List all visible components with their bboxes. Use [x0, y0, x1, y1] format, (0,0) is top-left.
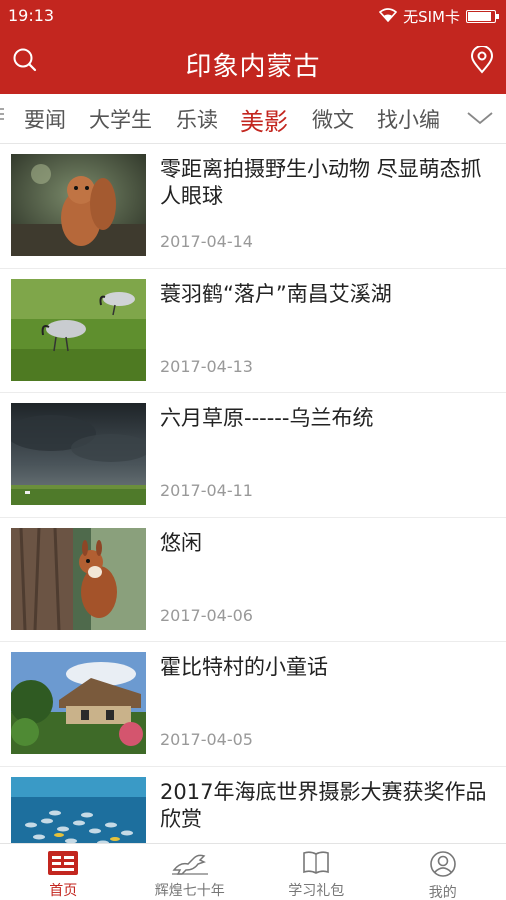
- status-indicators: 无SIM卡: [378, 6, 499, 27]
- location-button[interactable]: [466, 45, 498, 78]
- nav-glory-70-years-label: 辉煌七十年: [154, 883, 225, 899]
- news-thumbnail-squirrel: [11, 154, 146, 256]
- tab-overflow-left[interactable]: [0, 104, 4, 128]
- nav-home-label: 首页: [49, 883, 78, 899]
- tab-ledu[interactable]: 乐读: [176, 104, 218, 134]
- status-time: 19:13: [8, 6, 55, 25]
- battery-level: [468, 12, 492, 21]
- tabs-more-button[interactable]: [466, 106, 494, 130]
- location-pin-icon: [470, 45, 494, 78]
- news-date: 2017-04-13: [160, 356, 253, 376]
- news-thumbnail-grassland: [11, 403, 146, 505]
- tab-yaowen[interactable]: 要闻: [24, 104, 66, 134]
- news-date: 2017-04-05: [160, 730, 253, 749]
- status-bar: 19:13 无SIM卡: [0, 0, 506, 32]
- news-thumbnail-cranes: [11, 278, 146, 381]
- tab-zhaoxiaobian[interactable]: 找小编: [377, 104, 440, 134]
- user-icon: [429, 850, 457, 878]
- news-title: 2017年海底世界摄影大赛获奖作品欣赏: [160, 779, 487, 831]
- news-thumbnail-hobbit-village: [11, 652, 146, 754]
- book-icon: [302, 850, 330, 876]
- news-thumbnail-underwater-fish: [11, 776, 146, 844]
- home-newspaper-icon: [47, 850, 79, 876]
- news-item[interactable]: 六月草原------乌兰布统 2017-04-11: [0, 393, 506, 518]
- nav-study-pack[interactable]: 学习礼包: [253, 844, 380, 900]
- news-date: 2017-04-11: [160, 481, 253, 500]
- category-tabs: 要闻 大学生 乐读 美影 微文 找小编: [0, 94, 506, 144]
- carrier-label: 无SIM卡: [403, 8, 460, 26]
- news-title: 霍比特村的小童话: [160, 655, 328, 679]
- wifi-icon: [378, 7, 398, 26]
- news-date: 2017-04-06: [160, 605, 253, 625]
- news-item[interactable]: 悠闲 2017-04-06: [0, 518, 506, 642]
- bottom-nav: 首页 辉煌七十年 学习礼包 我的: [0, 843, 506, 900]
- battery-icon: [466, 10, 499, 23]
- nav-study-pack-label: 学习礼包: [288, 883, 345, 899]
- news-item[interactable]: 蓑羽鹤“落户”南昌艾溪湖 2017-04-13: [0, 269, 506, 393]
- nav-home[interactable]: 首页: [0, 844, 127, 900]
- horse-icon: [170, 850, 210, 876]
- nav-glory-70-years[interactable]: 辉煌七十年: [127, 844, 254, 900]
- news-item[interactable]: 霍比特村的小童话 2017-04-05: [0, 642, 506, 767]
- tab-daxuesheng[interactable]: 大学生: [89, 104, 152, 134]
- news-item[interactable]: 2017年海底世界摄影大赛获奖作品欣赏: [0, 767, 506, 844]
- news-item[interactable]: 零距离拍摄野生小动物 尽显萌态抓人眼球 2017-04-14: [0, 144, 506, 269]
- chevron-down-icon: [466, 112, 494, 134]
- news-thumbnail-squirrel-tree: [11, 527, 146, 630]
- news-list: 零距离拍摄野生小动物 尽显萌态抓人眼球 2017-04-14 蓑羽鹤“落户”南昌…: [0, 144, 506, 844]
- news-title: 六月草原------乌兰布统: [160, 406, 374, 430]
- news-title: 悠闲: [160, 530, 202, 555]
- app-title: 印象内蒙古: [185, 52, 321, 82]
- news-date: 2017-04-14: [160, 232, 253, 251]
- nav-profile[interactable]: 我的: [380, 844, 506, 900]
- tab-weiwen[interactable]: 微文: [312, 104, 354, 134]
- app-bar: 印象内蒙古: [0, 32, 506, 94]
- tab-meiying[interactable]: 美影: [240, 102, 288, 137]
- news-title: 蓑羽鹤“落户”南昌艾溪湖: [160, 281, 392, 306]
- nav-profile-label: 我的: [428, 885, 457, 900]
- news-title: 零距离拍摄野生小动物 尽显萌态抓人眼球: [160, 157, 482, 208]
